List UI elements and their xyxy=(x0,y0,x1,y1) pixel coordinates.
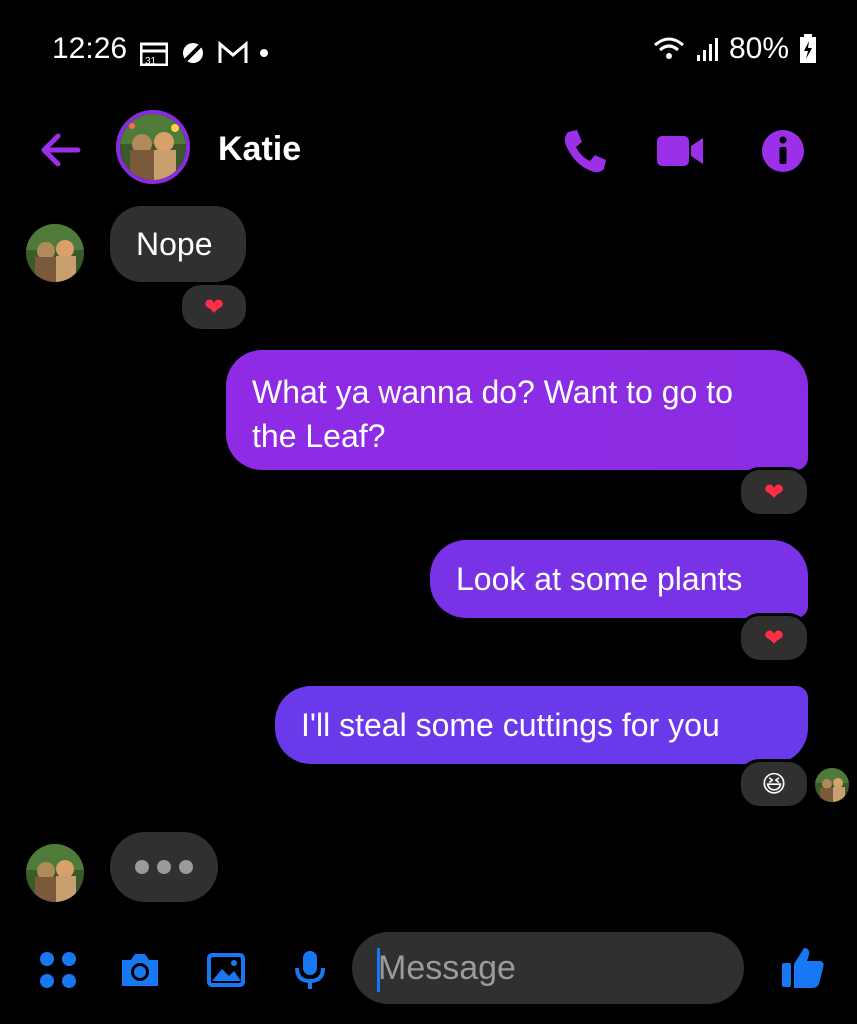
video-icon[interactable] xyxy=(655,126,705,176)
typing-indicator xyxy=(110,832,218,902)
laughing-reaction-icon: 😆 xyxy=(761,770,787,798)
calendar-icon: 31 xyxy=(140,42,168,66)
dot-icon xyxy=(260,49,268,57)
reaction-badge[interactable]: ❤ xyxy=(738,613,810,663)
microphone-icon[interactable] xyxy=(288,948,332,992)
wifi-icon xyxy=(653,37,684,59)
thumbs-up-icon[interactable] xyxy=(780,944,826,990)
typing-dot xyxy=(135,860,149,874)
reaction-badge[interactable]: ❤ xyxy=(179,282,249,332)
no-tracking-icon xyxy=(183,43,203,63)
camera-icon[interactable] xyxy=(118,948,162,992)
back-arrow-icon[interactable] xyxy=(38,128,82,172)
gmail-icon xyxy=(218,41,248,63)
reaction-badge[interactable]: ❤ xyxy=(738,467,810,517)
heart-reaction-icon: ❤ xyxy=(763,624,785,652)
info-icon[interactable] xyxy=(758,126,808,176)
status-right: 80% xyxy=(653,32,817,66)
message-input[interactable] xyxy=(352,932,744,1004)
typing-dot xyxy=(179,860,193,874)
sender-avatar[interactable] xyxy=(26,224,84,282)
status-time: 12:26 xyxy=(52,32,128,65)
battery-charging-icon xyxy=(800,34,816,63)
apps-icon[interactable] xyxy=(36,948,80,992)
message-bubble-outgoing[interactable]: I'll steal some cuttings for you xyxy=(275,686,808,764)
message-bubble-incoming[interactable]: Nope xyxy=(110,206,246,282)
sender-avatar[interactable] xyxy=(26,844,84,902)
svg-text:31: 31 xyxy=(145,56,157,66)
message-bubble-outgoing[interactable]: What ya wanna do? Want to go to the Leaf… xyxy=(226,350,808,470)
phone-icon[interactable] xyxy=(560,126,610,176)
contact-avatar[interactable] xyxy=(116,110,190,184)
message-bubble-outgoing[interactable]: Look at some plants xyxy=(430,540,808,618)
image-icon[interactable] xyxy=(204,948,248,992)
reaction-badge[interactable]: 😆 xyxy=(738,759,810,809)
status-left-icons: 31 xyxy=(140,40,268,66)
signal-icon xyxy=(696,38,718,61)
read-receipt-avatar xyxy=(815,768,849,802)
conversation-title[interactable]: Katie xyxy=(218,130,301,169)
heart-reaction-icon: ❤ xyxy=(763,478,785,506)
text-caret xyxy=(377,948,380,992)
heart-reaction-icon: ❤ xyxy=(203,293,225,321)
typing-dot xyxy=(157,860,171,874)
battery-percent: 80% xyxy=(728,32,789,65)
